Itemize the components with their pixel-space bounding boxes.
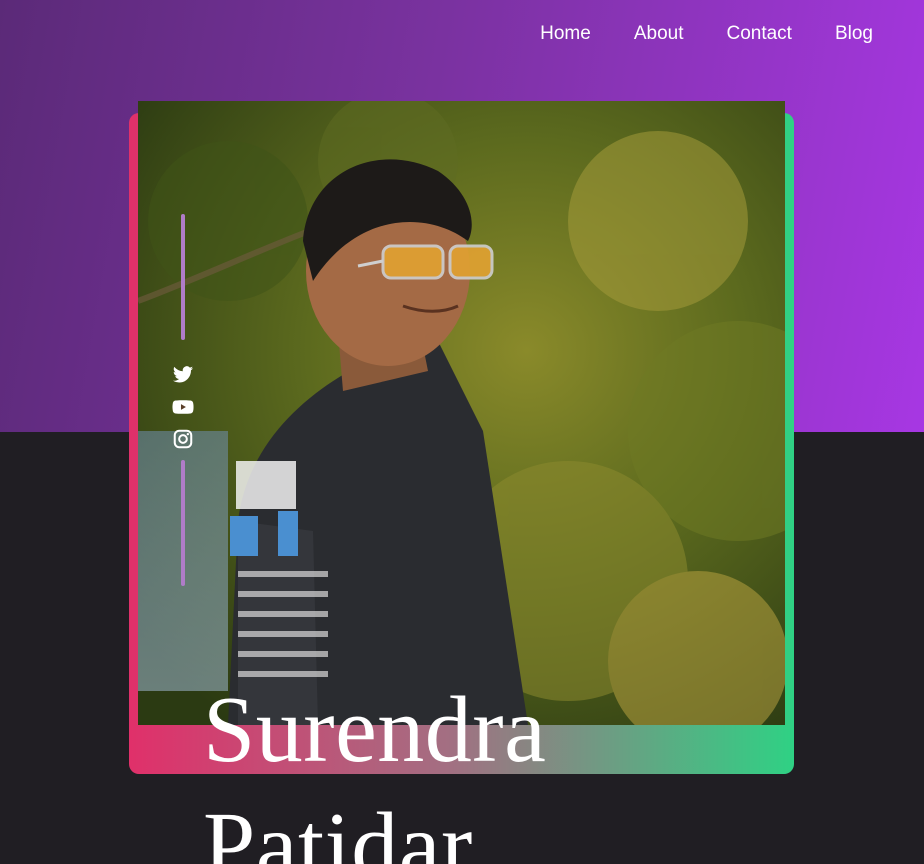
portrait-illustration: [138, 101, 785, 725]
rail-divider-top: [181, 214, 185, 340]
nav-blog-link[interactable]: Blog: [835, 22, 873, 46]
portrait-photo: [138, 101, 785, 725]
twitter-icon[interactable]: [172, 364, 194, 386]
rail-divider-bottom: [181, 460, 185, 586]
first-name: Surendra: [203, 678, 547, 782]
nav-about-link[interactable]: About: [634, 22, 684, 46]
nav-home-link[interactable]: Home: [540, 22, 591, 46]
nav-contact-link[interactable]: Contact: [726, 22, 791, 46]
last-name: Patidar: [203, 794, 473, 864]
instagram-icon[interactable]: [172, 428, 194, 450]
social-rail: [171, 214, 195, 586]
hero-name-heading: Surendra Patidar: [203, 672, 803, 864]
top-nav: Home About Contact Blog: [540, 22, 873, 46]
youtube-icon[interactable]: [172, 396, 194, 418]
